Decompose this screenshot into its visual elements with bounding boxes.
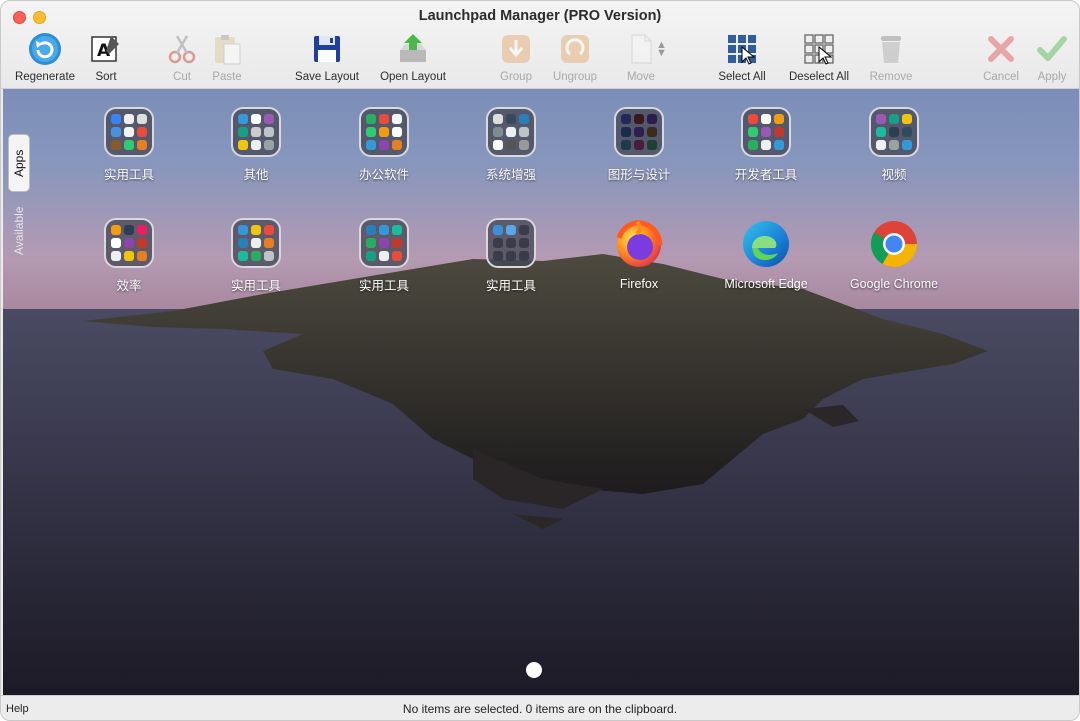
- folder-item[interactable]: 办公软件: [319, 107, 449, 183]
- folder-icon: [741, 107, 791, 157]
- clipboard-icon: [209, 31, 245, 67]
- document-icon: [623, 31, 659, 67]
- move-button[interactable]: Move: [601, 31, 681, 83]
- select-all-grid-icon: [724, 31, 760, 67]
- deselect-all-button[interactable]: Deselect All: [779, 31, 859, 83]
- save-layout-button[interactable]: Save Layout: [287, 31, 367, 83]
- title-toolbar: Launchpad Manager (PRO Version) Regenera…: [1, 1, 1079, 89]
- launchpad-grid-area[interactable]: Apps Available 实用工具 其他 办公软件 系统增强 图形与设计 开…: [3, 89, 1079, 695]
- move-label: Move: [626, 71, 656, 83]
- save-layout-label: Save Layout: [295, 71, 359, 83]
- ungroup-icon: [557, 31, 593, 67]
- app-item-firefox[interactable]: Firefox: [574, 218, 704, 291]
- app-name: 实用工具: [230, 279, 281, 293]
- open-layout-button[interactable]: Open Layout: [373, 31, 453, 83]
- paste-label: Paste: [212, 71, 242, 83]
- app-item-google-chrome[interactable]: Google Chrome: [829, 218, 959, 291]
- folder-item[interactable]: 图形与设计: [574, 107, 704, 183]
- group-label: Group: [500, 71, 532, 83]
- folder-item[interactable]: 视频: [829, 107, 959, 183]
- apply-label: Apply: [1037, 71, 1067, 83]
- status-message: No items are selected. 0 items are on th…: [402, 702, 678, 716]
- app-name: 实用工具: [358, 279, 409, 293]
- folder-icon: [104, 107, 154, 157]
- tab-apps[interactable]: Apps: [8, 134, 30, 192]
- app-name: 实用工具: [485, 279, 536, 293]
- sort-label: Sort: [95, 71, 117, 83]
- app-name: 视频: [881, 168, 907, 182]
- folder-item[interactable]: 实用工具: [446, 218, 576, 294]
- app-name: 开发者工具: [734, 168, 798, 182]
- app-name: Firefox: [619, 277, 659, 291]
- apply-button[interactable]: Apply: [1012, 31, 1079, 83]
- folder-item[interactable]: 实用工具: [319, 218, 449, 294]
- folder-icon: [231, 107, 281, 157]
- trash-can-icon: [873, 31, 909, 67]
- floppy-disk-icon: [309, 31, 345, 67]
- select-all-label: Select All: [718, 71, 766, 83]
- status-bar: Help No items are selected. 0 items are …: [1, 695, 1079, 720]
- folder-item[interactable]: 实用工具: [191, 218, 321, 294]
- open-box-icon: [395, 31, 431, 67]
- app-name: Google Chrome: [849, 277, 939, 291]
- app-name: 效率: [116, 279, 142, 293]
- paste-button[interactable]: Paste: [187, 31, 267, 83]
- folder-icon: [869, 107, 919, 157]
- sort-button[interactable]: A Sort: [66, 31, 146, 83]
- folder-item[interactable]: 实用工具: [64, 107, 194, 183]
- folder-item[interactable]: 开发者工具: [701, 107, 831, 183]
- sort-icon: A: [88, 31, 124, 67]
- folder-item[interactable]: 其他: [191, 107, 321, 183]
- folder-icon: [359, 107, 409, 157]
- apply-checkmark-icon: [1034, 31, 1070, 67]
- app-item-microsoft-edge[interactable]: Microsoft Edge: [701, 218, 831, 291]
- app-name: 办公软件: [358, 168, 409, 182]
- folder-icon: [486, 107, 536, 157]
- app-name: 实用工具: [103, 168, 154, 182]
- page-indicator-dot[interactable]: [526, 662, 542, 678]
- deselect-all-grid-icon: [801, 31, 837, 67]
- folder-item[interactable]: 系统增强: [446, 107, 576, 183]
- remove-label: Remove: [869, 71, 913, 83]
- regenerate-icon: [27, 31, 63, 67]
- folder-icon: [104, 218, 154, 268]
- remove-button[interactable]: Remove: [851, 31, 931, 83]
- select-all-button[interactable]: Select All: [702, 31, 782, 83]
- edge-icon: [743, 221, 789, 267]
- move-stepper-icon[interactable]: ▲ ▼: [656, 40, 667, 59]
- folder-icon: [614, 107, 664, 157]
- ungroup-label: Ungroup: [552, 71, 598, 83]
- app-name: Microsoft Edge: [724, 277, 808, 291]
- app-name: 其他: [243, 168, 269, 182]
- app-name: 图形与设计: [607, 168, 671, 182]
- launchpad-manager-window: Launchpad Manager (PRO Version) Regenera…: [0, 0, 1080, 721]
- chrome-icon: [871, 221, 917, 267]
- window-title: Launchpad Manager (PRO Version): [418, 8, 662, 24]
- firefox-icon: [616, 220, 663, 267]
- open-layout-label: Open Layout: [380, 71, 446, 83]
- folder-item[interactable]: 效率: [64, 218, 194, 294]
- folder-icon: [231, 218, 281, 268]
- folder-icon: [359, 218, 409, 268]
- app-name: 系统增强: [485, 168, 536, 182]
- folder-icon: [486, 218, 536, 268]
- tab-available[interactable]: Available: [8, 198, 30, 264]
- deselect-all-label: Deselect All: [788, 71, 850, 83]
- group-icon: [498, 31, 534, 67]
